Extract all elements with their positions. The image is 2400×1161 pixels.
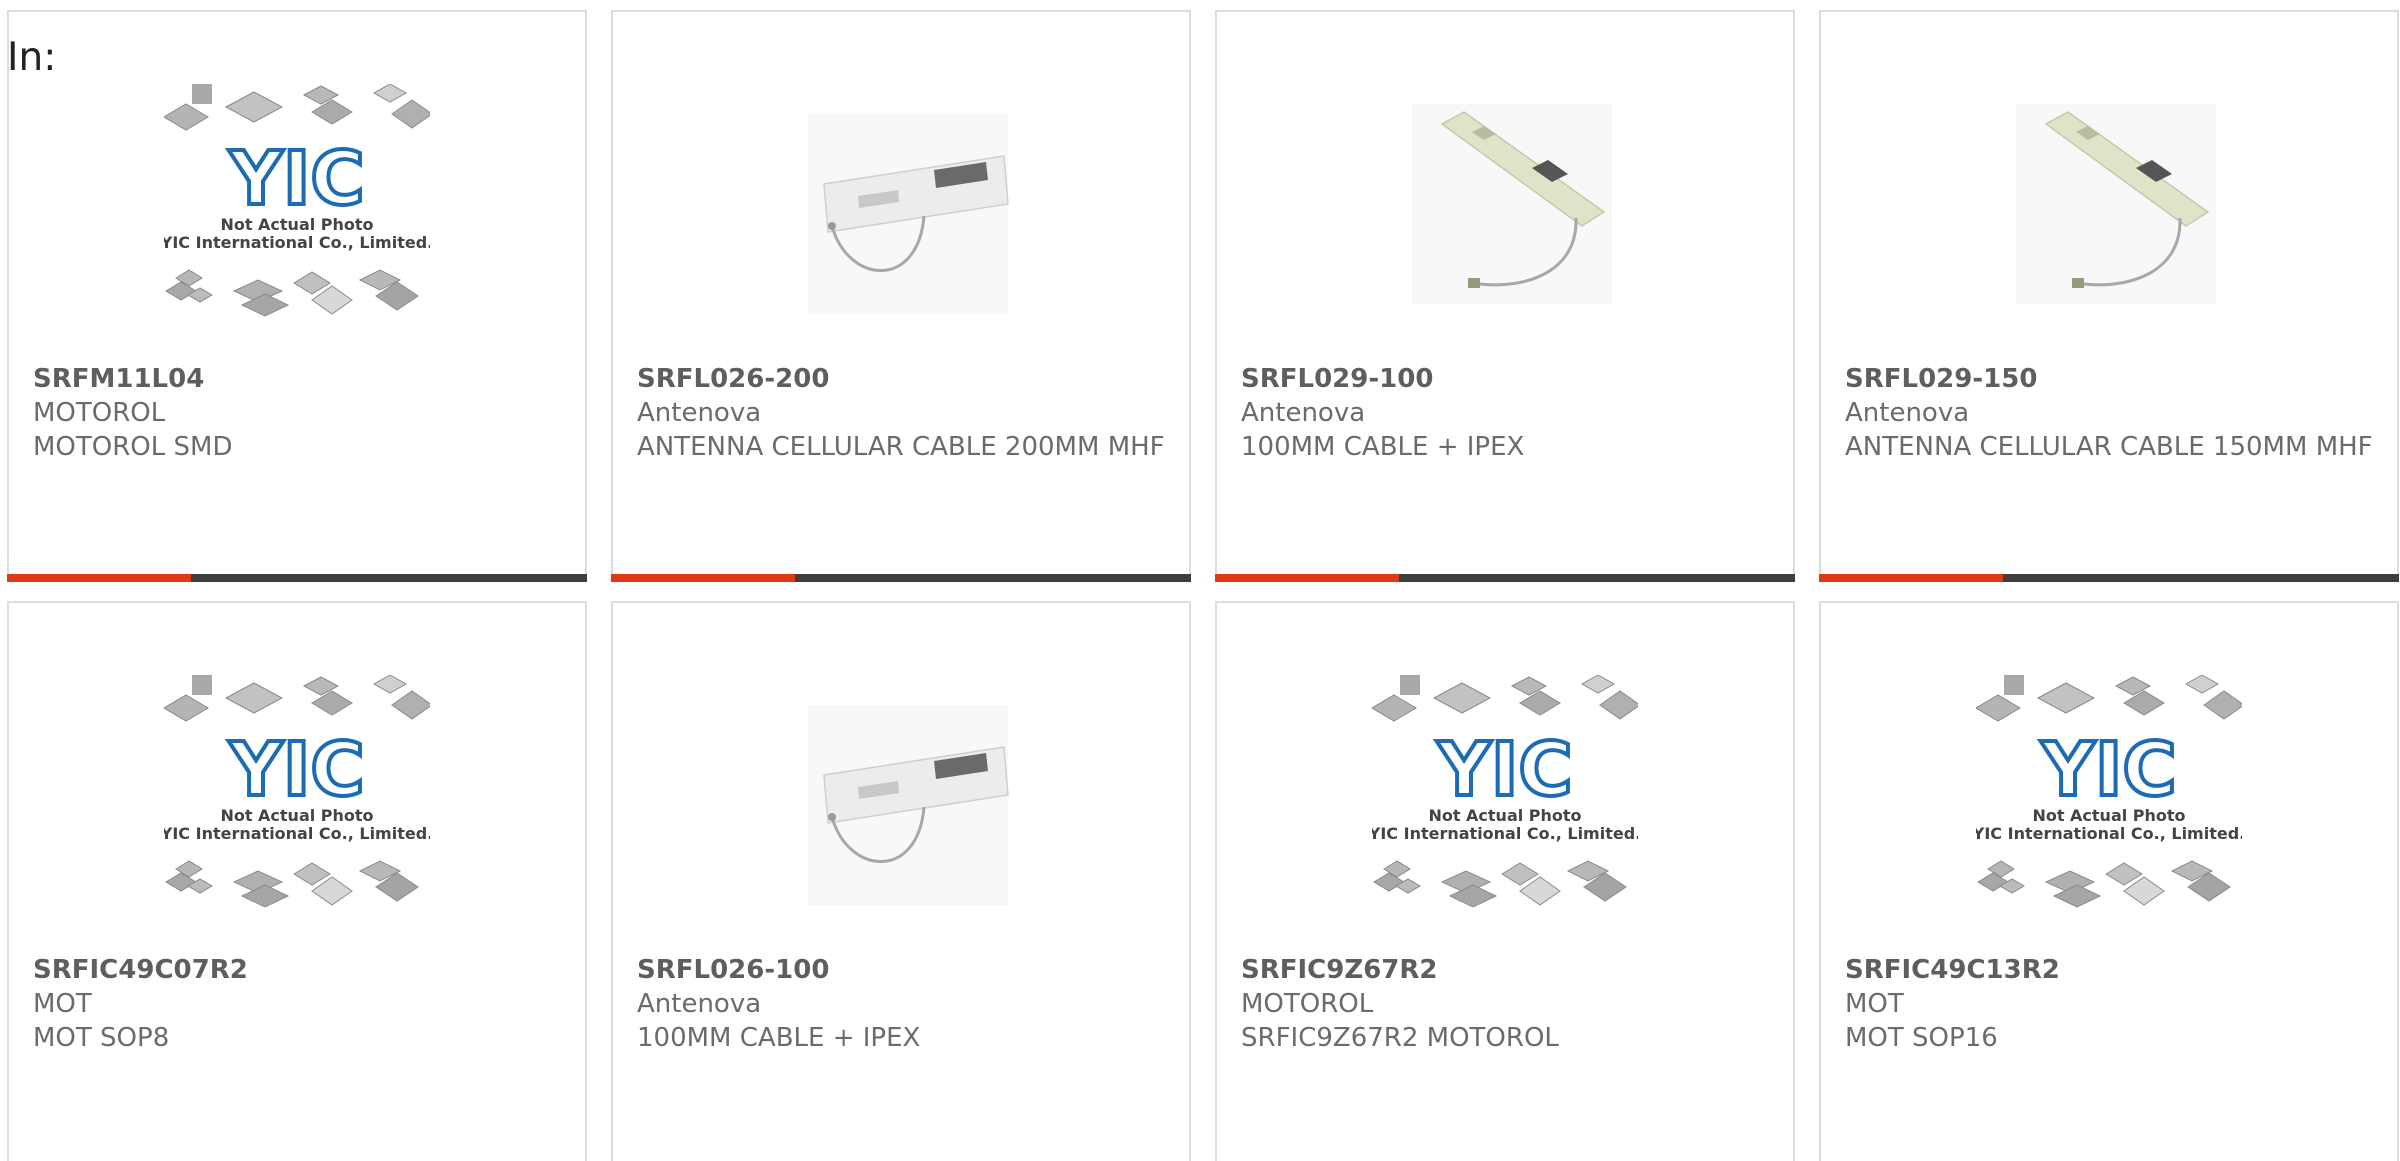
product-description: MOT SOP8	[33, 1023, 170, 1053]
part-number[interactable]: SRFL026-200	[637, 362, 1169, 396]
placeholder-line-1: Not Actual Photo	[2032, 806, 2185, 825]
card-accent-bar	[7, 574, 191, 582]
card-accent-bar	[1215, 574, 1399, 582]
svg-text:YIC: YIC	[1436, 727, 1572, 813]
placeholder-line-2: YIC International Co., Limited.	[1372, 824, 1638, 843]
product-description: ANTENNA CELLULAR CABLE 150MM MHF	[1845, 432, 2373, 462]
brand-name: Antenova	[637, 398, 762, 428]
part-number[interactable]: SRFIC49C07R2	[33, 953, 565, 987]
part-number[interactable]: SRFL029-150	[1845, 362, 2377, 396]
product-image[interactable]: YIC Not Actual Photo YIC International C…	[164, 675, 430, 915]
product-card[interactable]: YIC Not Actual Photo YIC International C…	[7, 10, 587, 582]
placeholder-line-2: YIC International Co., Limited.	[1976, 824, 2242, 843]
product-card[interactable]: YIC Not Actual Photo YIC International C…	[1215, 601, 1795, 1161]
svg-text:YIC: YIC	[2040, 727, 2176, 813]
part-number[interactable]: SRFIC49C13R2	[1845, 953, 2377, 987]
placeholder-line-1: Not Actual Photo	[1428, 806, 1581, 825]
brand-name: Antenova	[637, 989, 762, 1019]
product-description: 100MM CABLE + IPEX	[1241, 432, 1525, 462]
card-accent-bar	[611, 574, 795, 582]
product-card[interactable]: SRFL029-100 Antenova 100MM CABLE + IPEX	[1215, 10, 1795, 582]
card-bottom-bar	[1215, 574, 1795, 582]
product-description: 100MM CABLE + IPEX	[637, 1023, 921, 1053]
part-number[interactable]: SRFIC9Z67R2	[1241, 953, 1773, 987]
product-image[interactable]	[1976, 84, 2242, 324]
brand-name: Antenova	[1241, 398, 1366, 428]
card-bottom-bar	[1819, 574, 2399, 582]
product-card[interactable]: SRFL029-150 Antenova ANTENNA CELLULAR CA…	[1819, 10, 2399, 582]
part-number[interactable]: SRFL029-100	[1241, 362, 1773, 396]
product-image[interactable]	[768, 84, 1034, 324]
product-description: SRFIC9Z67R2 MOTOROL	[1241, 1023, 1559, 1053]
brand-name: MOTOROL	[33, 398, 166, 428]
placeholder-line-2: YIC International Co., Limited.	[164, 824, 430, 843]
svg-text:YIC: YIC	[228, 136, 364, 222]
brand-name: MOT	[1845, 989, 1904, 1019]
product-card[interactable]: SRFL026-100 Antenova 100MM CABLE + IPEX	[611, 601, 1191, 1161]
product-image[interactable]: YIC Not Actual Photo YIC International C…	[164, 84, 430, 324]
brand-name: MOTOROL	[1241, 989, 1374, 1019]
card-accent-bar	[1819, 574, 2003, 582]
brand-name: Antenova	[1845, 398, 1970, 428]
product-description: ANTENNA CELLULAR CABLE 200MM MHF	[637, 432, 1165, 462]
product-description: MOT SOP16	[1845, 1023, 1998, 1053]
part-number[interactable]: SRFM11L04	[33, 362, 565, 396]
brand-name: MOT	[33, 989, 92, 1019]
card-bottom-bar	[7, 574, 587, 582]
placeholder-line-2: YIC International Co., Limited.	[164, 233, 430, 252]
product-description: MOTOROL SMD	[33, 432, 233, 462]
product-card[interactable]: YIC Not Actual Photo YIC International C…	[1819, 601, 2399, 1161]
product-card[interactable]: SRFL026-200 Antenova ANTENNA CELLULAR CA…	[611, 10, 1191, 582]
part-number[interactable]: SRFL026-100	[637, 953, 1169, 987]
product-image[interactable]	[1372, 84, 1638, 324]
product-image[interactable]: YIC Not Actual Photo YIC International C…	[1976, 675, 2242, 915]
card-bottom-bar	[611, 574, 1191, 582]
product-card[interactable]: YIC Not Actual Photo YIC International C…	[7, 601, 587, 1161]
product-image[interactable]	[768, 675, 1034, 915]
product-image[interactable]: YIC Not Actual Photo YIC International C…	[1372, 675, 1638, 915]
section-heading: In:	[7, 35, 57, 80]
svg-text:YIC: YIC	[228, 727, 364, 813]
placeholder-line-1: Not Actual Photo	[220, 806, 373, 825]
placeholder-line-1: Not Actual Photo	[220, 215, 373, 234]
